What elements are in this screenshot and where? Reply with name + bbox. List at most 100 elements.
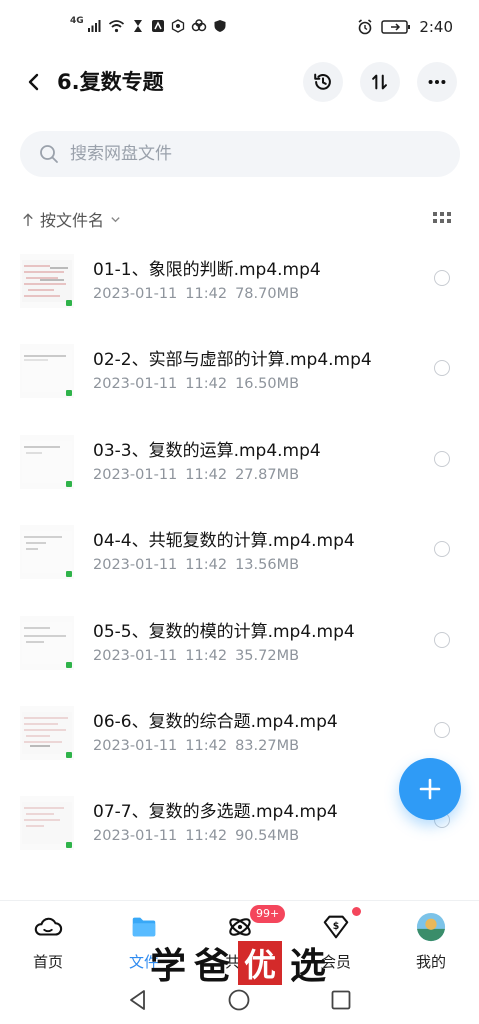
clock: 2:40 <box>419 18 453 36</box>
home-circle-icon[interactable] <box>227 988 251 1012</box>
video-badge-icon <box>66 842 72 849</box>
select-checkbox[interactable] <box>434 270 450 286</box>
file-meta: 2023-01-11 11:42 90.54MB <box>93 828 307 844</box>
wifi-icon <box>108 20 124 33</box>
video-badge-icon <box>66 751 72 758</box>
status-icons-right: 2:40 <box>357 16 453 38</box>
alarm-icon <box>358 19 372 35</box>
file-date: 2023-01-11 <box>93 737 178 754</box>
file-meta: 2023-01-11 11:42 78.70MB <box>93 286 307 302</box>
file-time: 11:42 <box>185 557 228 574</box>
select-checkbox[interactable] <box>434 721 450 738</box>
nav-home-label: 首页 <box>32 953 63 971</box>
avatar <box>415 911 447 943</box>
file-row[interactable]: 03-3、复数的运算.mp4.mp4 2023-01-11 11:42 27.87M… <box>0 425 479 515</box>
file-row[interactable]: 01-1、象限的判断.mp4.mp4 2023-01-11 11:42 78.70M… <box>0 244 479 334</box>
nav-mine[interactable]: 我的 <box>391 911 471 977</box>
video-badge-icon <box>66 571 72 578</box>
file-size: 27.87MB <box>235 466 300 483</box>
file-name: 02-2、实部与虚部的计算.mp4.mp4 <box>93 350 372 371</box>
arrow-up-icon <box>23 212 33 226</box>
file-size: 90.54MB <box>235 828 300 845</box>
back-triangle-icon[interactable] <box>126 988 150 1012</box>
svg-text:$: $ <box>333 921 340 932</box>
file-meta: 2023-01-11 11:42 16.50MB <box>93 376 307 392</box>
nav-mine-label: 我的 <box>415 953 446 971</box>
sort-row: 按文件名 <box>22 204 462 234</box>
file-date: 2023-01-11 <box>93 828 178 845</box>
file-size: 83.27MB <box>235 737 300 754</box>
watermark-seal: 优 <box>238 941 283 985</box>
file-date: 2023-01-11 <box>93 647 178 664</box>
file-time: 11:42 <box>185 286 228 302</box>
plus-icon <box>419 778 441 800</box>
search-icon <box>40 145 58 163</box>
recent-apps-icon[interactable] <box>329 988 353 1012</box>
cloud-home-icon <box>32 911 64 943</box>
file-row[interactable]: 02-2、实部与虚部的计算.mp4.mp4 2023-01-11 11:42 16.… <box>0 334 479 424</box>
file-name: 03-3、复数的运算.mp4.mp4 <box>93 440 321 461</box>
title-bar: 6.复数专题 <box>0 58 479 106</box>
battery-icon <box>381 20 411 34</box>
file-name: 01-1、象限的判断.mp4.mp4 <box>93 260 321 280</box>
file-meta: 2023-01-11 11:42 83.27MB <box>93 738 307 754</box>
history-icon <box>314 73 331 90</box>
video-badge-icon <box>66 661 72 668</box>
video-badge-icon <box>66 300 72 306</box>
file-meta: 2023-01-11 11:42 35.72MB <box>93 648 307 664</box>
file-name: 06-6、复数的综合题.mp4.mp4 <box>93 711 338 732</box>
file-time: 11:42 <box>185 737 228 754</box>
app-notification-icon <box>151 20 164 32</box>
search-input[interactable] <box>70 144 410 164</box>
shield-icon <box>214 20 226 32</box>
select-checkbox[interactable] <box>434 541 450 558</box>
file-size: 78.70MB <box>235 286 300 302</box>
select-checkbox[interactable] <box>434 450 450 467</box>
sort-button[interactable] <box>360 62 400 102</box>
file-size: 35.72MB <box>235 647 300 664</box>
grid-view-icon[interactable] <box>432 210 452 228</box>
file-name: 04-4、共轭复数的计算.mp4.mp4 <box>93 531 355 552</box>
more-button[interactable] <box>417 62 457 102</box>
app-notification-icon-2 <box>171 19 184 33</box>
hourglass-icon <box>133 20 142 32</box>
select-checkbox[interactable] <box>434 360 450 377</box>
file-time: 11:42 <box>185 466 228 483</box>
sort-label: 按文件名 <box>40 211 105 230</box>
file-row[interactable]: 04-4、共轭复数的计算.mp4.mp4 2023-01-11 11:42 13.5… <box>0 515 479 605</box>
file-row[interactable]: 05-5、复数的模的计算.mp4.mp4 2023-01-11 11:42 35.7… <box>0 606 479 696</box>
file-date: 2023-01-11 <box>93 376 178 393</box>
file-date: 2023-01-11 <box>93 557 178 574</box>
file-size: 13.56MB <box>235 557 300 574</box>
file-size: 16.50MB <box>235 376 300 393</box>
file-meta: 2023-01-11 11:42 27.87MB <box>93 467 307 483</box>
file-time: 11:42 <box>185 376 228 393</box>
back-button[interactable] <box>16 64 52 100</box>
video-badge-icon <box>66 390 72 397</box>
search-bar[interactable] <box>20 131 460 177</box>
share-badge-count: 99+ <box>250 905 286 923</box>
file-date: 2023-01-11 <box>93 466 178 483</box>
chevron-down-icon <box>111 216 120 222</box>
file-time: 11:42 <box>185 647 228 664</box>
add-button[interactable] <box>399 758 461 820</box>
page-title: 6.复数专题 <box>57 70 164 94</box>
sort-by-name-button[interactable]: 按文件名 <box>22 204 121 234</box>
network-type: 4G <box>70 16 84 26</box>
status-bar: 4G 2:40 <box>0 0 479 52</box>
file-name: 05-5、复数的模的计算.mp4.mp4 <box>93 621 355 642</box>
chevron-left-icon <box>28 73 39 91</box>
file-meta: 2023-01-11 11:42 13.56MB <box>93 557 307 573</box>
cloud-app-icon <box>191 19 206 32</box>
select-checkbox[interactable] <box>434 631 450 648</box>
nav-home[interactable]: 首页 <box>8 911 88 977</box>
sort-arrows-icon <box>372 74 387 90</box>
status-icons-left: 4G <box>70 16 227 36</box>
history-button[interactable] <box>303 62 343 102</box>
video-badge-icon <box>66 480 72 487</box>
more-dots-icon <box>428 79 446 85</box>
system-nav-bar <box>0 980 479 1024</box>
file-name: 07-7、复数的多选题.mp4.mp4 <box>93 802 338 823</box>
file-time: 11:42 <box>185 828 228 845</box>
vip-badge-dot <box>352 907 361 916</box>
